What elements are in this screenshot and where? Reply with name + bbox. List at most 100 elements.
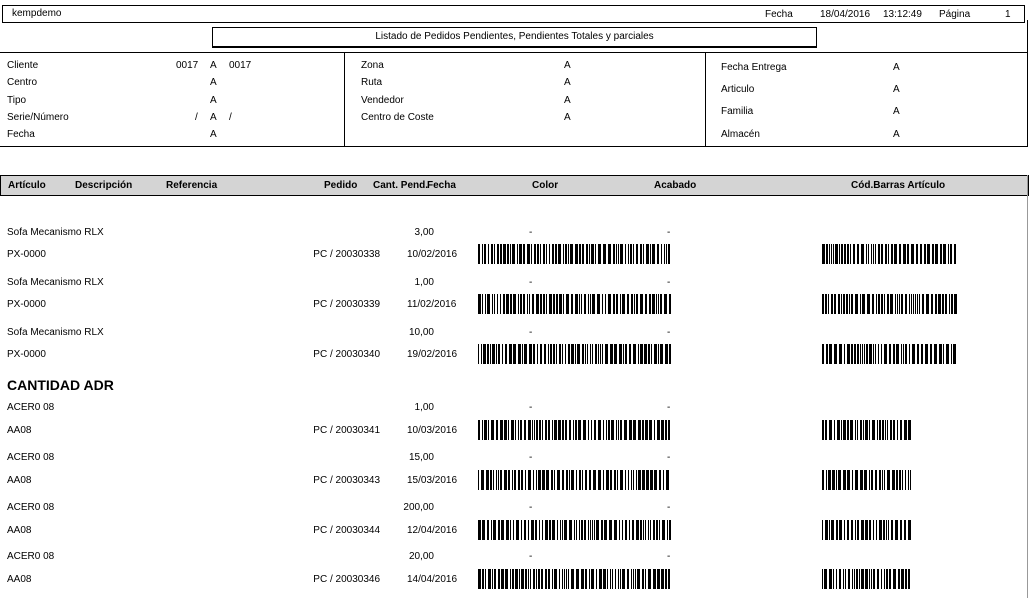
- col-header-cant-pend: Cant. Pend.: [373, 180, 429, 191]
- filter-sep: A: [564, 77, 571, 88]
- filter-sep: A: [893, 129, 900, 140]
- col-header-cod-barras: Cód.Barras Artículo: [851, 180, 946, 191]
- filter-sep: A: [210, 60, 217, 71]
- article-barcode: [822, 244, 957, 264]
- order-barcode: [478, 294, 671, 314]
- row-articulo: AA08: [7, 525, 32, 536]
- row-descripcion: Sofa Mecanismo RLX: [7, 277, 104, 288]
- time-value: 13:12:49: [883, 9, 922, 20]
- filter-label: Tipo: [7, 95, 27, 106]
- col-header-fecha: Fecha: [427, 180, 456, 191]
- row-descripcion: Sofa Mecanismo RLX: [7, 227, 104, 238]
- filter-label: Serie/Número: [7, 112, 69, 123]
- order-barcode: [478, 244, 671, 264]
- row-fecha: 12/04/2016: [407, 525, 458, 536]
- date-value: 18/04/2016: [820, 9, 871, 20]
- row-cantidad: 1,00: [414, 277, 434, 288]
- row-color: -: [529, 551, 533, 562]
- row-descripcion: Sofa Mecanismo RLX: [7, 327, 104, 338]
- row-descripcion: ACER0 08: [7, 452, 55, 463]
- row-articulo: AA08: [7, 574, 32, 585]
- row-pedido: PC / 20030338: [313, 249, 380, 260]
- article-barcode: [822, 470, 912, 490]
- page-number: 1: [1005, 9, 1011, 20]
- row-fecha: 19/02/2016: [407, 349, 458, 360]
- filter-label: Ruta: [361, 77, 383, 88]
- row-pedido: PC / 20030344: [313, 525, 380, 536]
- col-header-acabado: Acabado: [654, 180, 697, 191]
- row-cantidad: 3,00: [414, 227, 434, 238]
- page-label: Página: [939, 9, 971, 20]
- col-header-color: Color: [532, 180, 559, 191]
- filter-sep: A: [564, 95, 571, 106]
- filter-sep: A: [564, 60, 571, 71]
- row-fecha: 15/03/2016: [407, 475, 458, 486]
- col-header-articulo: Artículo: [8, 180, 46, 191]
- filter-label: Almacén: [721, 129, 760, 140]
- filter-label: Centro de Coste: [361, 112, 434, 123]
- row-fecha: 10/02/2016: [407, 249, 458, 260]
- row-acabado: -: [667, 277, 671, 288]
- date-label: Fecha: [765, 9, 793, 20]
- row-articulo: AA08: [7, 425, 32, 436]
- filter-sep: A: [210, 112, 217, 123]
- row-articulo: PX-0000: [7, 249, 46, 260]
- filter-label: Zona: [361, 60, 384, 71]
- filter-label: Articulo: [721, 84, 755, 95]
- row-color: -: [529, 227, 533, 238]
- order-barcode: [478, 569, 671, 589]
- filter-sep: A: [210, 77, 217, 88]
- table-header: Artículo Descripción Referencia Pedido C…: [0, 175, 1029, 196]
- row-cantidad: 15,00: [408, 452, 434, 463]
- row-cantidad: 10,00: [408, 327, 434, 338]
- row-acabado: -: [667, 502, 671, 513]
- filters-divider-1: [344, 52, 345, 147]
- order-barcode: [478, 344, 671, 364]
- filter-label: Fecha: [7, 129, 35, 140]
- row-acabado: -: [667, 551, 671, 562]
- row-color: -: [529, 502, 533, 513]
- filter-sep: A: [210, 95, 217, 106]
- filter-sep: A: [893, 62, 900, 73]
- filters-bottom-border: [0, 146, 1027, 147]
- filter-label: Vendedor: [361, 95, 404, 106]
- filter-to: /: [229, 112, 232, 123]
- order-barcode: [478, 520, 671, 540]
- row-fecha: 10/03/2016: [407, 425, 458, 436]
- col-header-descripcion: Descripción: [75, 180, 133, 191]
- col-header-pedido: Pedido: [324, 180, 358, 191]
- row-color: -: [529, 277, 533, 288]
- filter-to: 0017: [229, 60, 252, 71]
- row-pedido: PC / 20030339: [313, 299, 380, 310]
- row-fecha: 11/02/2016: [407, 299, 457, 310]
- row-fecha: 14/04/2016: [407, 574, 458, 585]
- article-barcode: [822, 344, 957, 364]
- filter-label: Centro: [7, 77, 38, 88]
- row-color: -: [529, 327, 533, 338]
- filter-sep: A: [893, 106, 900, 117]
- filter-label: Fecha Entrega: [721, 62, 787, 73]
- col-header-referencia: Referencia: [166, 180, 218, 191]
- page-right-edge: [1027, 175, 1028, 598]
- order-barcode: [478, 420, 671, 440]
- article-barcode: [822, 420, 912, 440]
- filter-sep: A: [210, 129, 217, 140]
- filter-sep: A: [564, 112, 571, 123]
- row-cantidad: 200,00: [403, 502, 434, 513]
- section-title: CANTIDAD ADR: [7, 377, 114, 393]
- row-cantidad: 20,00: [408, 551, 434, 562]
- row-descripcion: ACER0 08: [7, 402, 55, 413]
- row-descripcion: ACER0 08: [7, 551, 55, 562]
- filters-top-border: [0, 52, 1027, 53]
- filter-label: Cliente: [7, 60, 39, 71]
- report-title-box: Listado de Pedidos Pendientes, Pendiente…: [212, 27, 817, 48]
- row-descripcion: ACER0 08: [7, 502, 55, 513]
- row-articulo: PX-0000: [7, 299, 46, 310]
- article-barcode: [822, 569, 912, 589]
- filter-from: /: [195, 112, 198, 123]
- order-barcode: [478, 470, 671, 490]
- row-pedido: PC / 20030343: [313, 475, 380, 486]
- filters-divider-2: [705, 52, 706, 147]
- row-acabado: -: [667, 227, 671, 238]
- filter-from: 0017: [176, 60, 199, 71]
